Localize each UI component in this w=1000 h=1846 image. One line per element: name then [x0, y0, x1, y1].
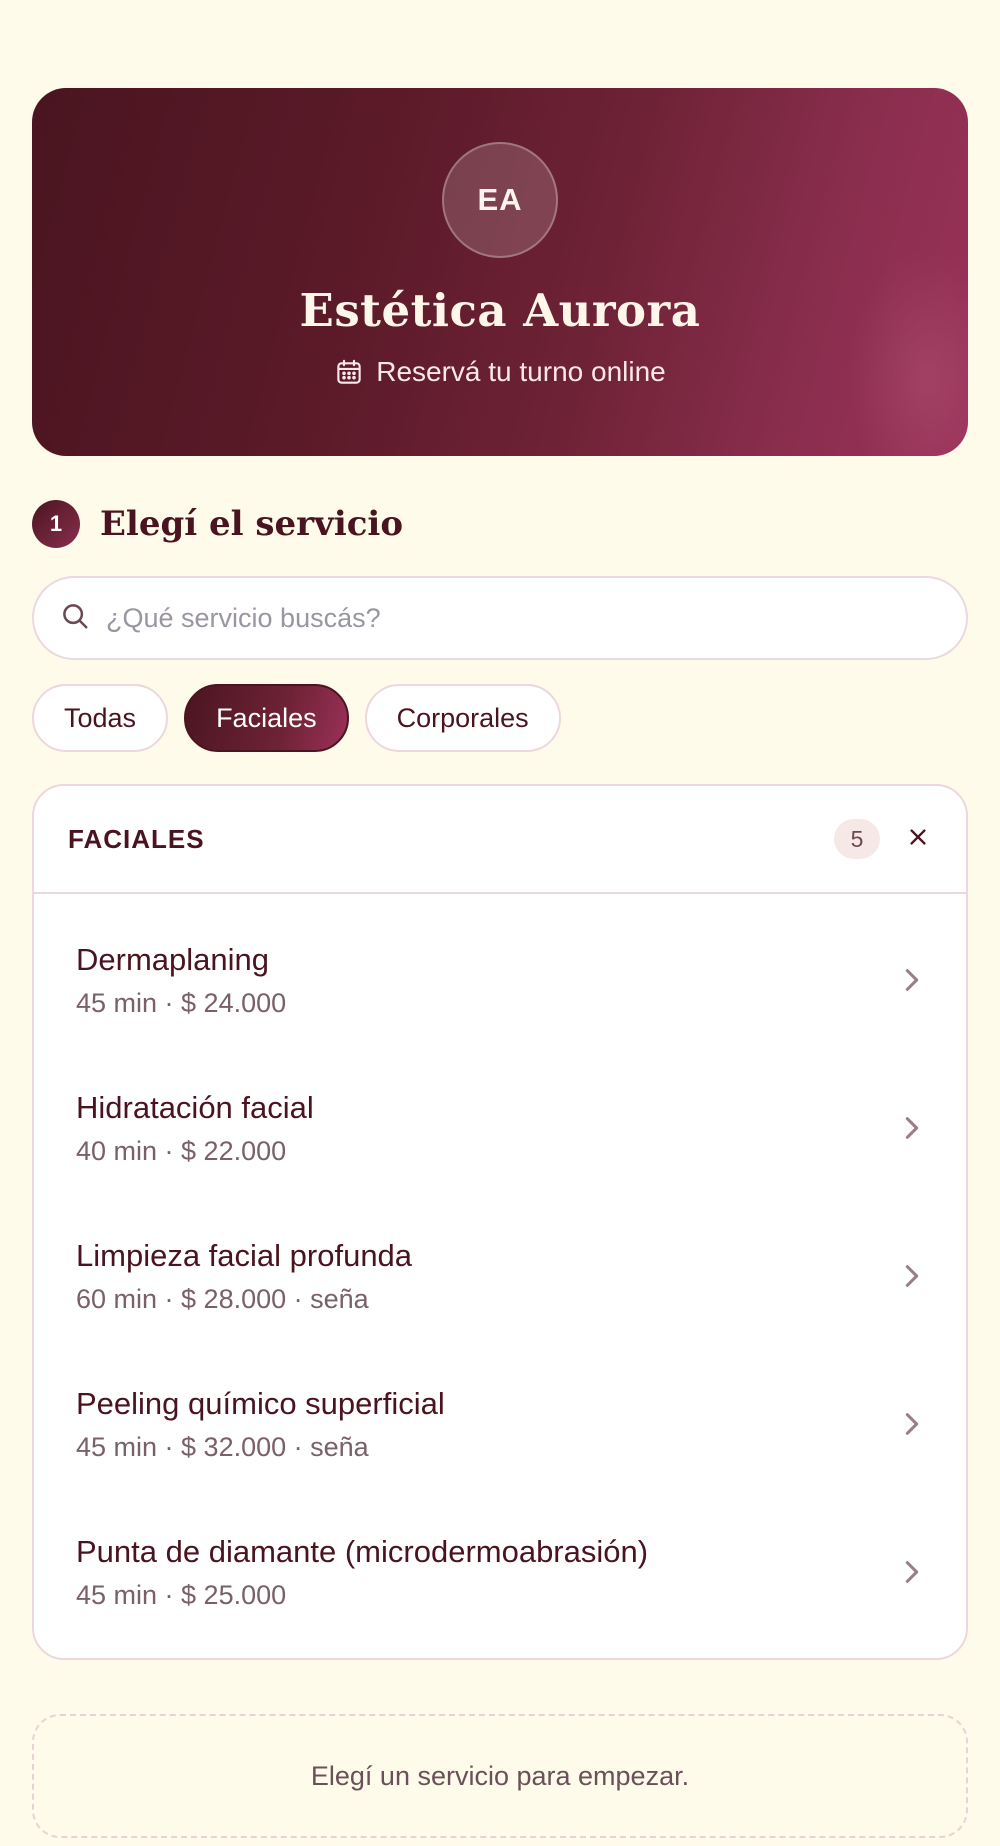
- empty-state-hint: Elegí un servicio para empezar.: [32, 1714, 968, 1838]
- step-title: Elegí el servicio: [100, 504, 404, 544]
- calendar-icon: [334, 357, 364, 387]
- close-icon: [907, 826, 929, 853]
- tagline-text: Reservá tu turno online: [376, 356, 666, 387]
- filter-chip-todas[interactable]: Todas: [32, 684, 169, 752]
- service-name: Hidratación facial: [76, 1089, 314, 1125]
- search-box[interactable]: [32, 576, 968, 660]
- search-input[interactable]: [106, 602, 906, 634]
- chevron-right-icon: [898, 1558, 926, 1586]
- step-heading: 1 Elegí el servicio: [32, 500, 403, 548]
- service-details: 45 min · $ 32.000 · seña: [76, 1431, 369, 1462]
- business-name: Estética Aurora: [299, 284, 701, 337]
- service-details: 45 min · $ 24.000: [76, 987, 287, 1018]
- service-details: 45 min · $ 25.000: [76, 1579, 287, 1610]
- booking-page: EA Estética Aurora Reservá tu turno onli…: [0, 0, 1000, 1846]
- search-icon: [60, 601, 90, 636]
- service-name: Limpieza facial profunda: [76, 1237, 413, 1273]
- service-name: Dermaplaning: [76, 941, 269, 977]
- chevron-right-icon: [898, 1262, 926, 1290]
- business-header: EA Estética Aurora Reservá tu turno onli…: [32, 88, 968, 456]
- close-category-button[interactable]: [902, 823, 934, 855]
- filter-chip-corporales[interactable]: Corporales: [364, 684, 561, 752]
- service-item[interactable]: Limpieza facial profunda 60 min · $ 28.0…: [34, 1202, 966, 1350]
- service-name: Punta de diamante (microdermoabrasión): [76, 1533, 649, 1569]
- step-number-badge: 1: [32, 500, 80, 548]
- chevron-right-icon: [898, 1114, 926, 1142]
- service-item[interactable]: Hidratación facial 40 min · $ 22.000: [34, 1054, 966, 1202]
- service-details: 60 min · $ 28.000 · seña: [76, 1283, 369, 1314]
- service-item[interactable]: Peeling químico superficial 45 min · $ 3…: [34, 1350, 966, 1498]
- category-title: FACIALES: [68, 823, 205, 854]
- service-list: Dermaplaning 45 min · $ 24.000 Hidrataci…: [34, 894, 966, 1646]
- service-details: 40 min · $ 22.000: [76, 1135, 287, 1166]
- category-header: FACIALES 5: [34, 786, 966, 894]
- chevron-right-icon: [898, 966, 926, 994]
- service-list-card: FACIALES 5 Dermaplaning 45 min · $ 24.00…: [32, 784, 968, 1660]
- chevron-right-icon: [898, 1410, 926, 1438]
- filter-chip-faciales[interactable]: Faciales: [184, 684, 349, 752]
- service-name: Peeling químico superficial: [76, 1385, 445, 1421]
- business-tagline: Reservá tu turno online: [32, 356, 968, 388]
- service-item[interactable]: Dermaplaning 45 min · $ 24.000: [34, 906, 966, 1054]
- count-badge: 5: [834, 819, 880, 859]
- avatar: EA: [442, 142, 558, 258]
- category-filters: Todas Faciales Corporales: [32, 684, 561, 752]
- service-item[interactable]: Punta de diamante (microdermoabrasión) 4…: [34, 1498, 966, 1646]
